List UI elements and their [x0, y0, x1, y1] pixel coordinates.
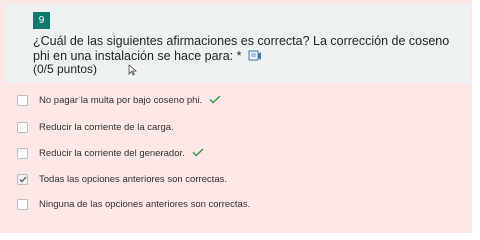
option-checkbox-checked[interactable]: [17, 173, 28, 185]
option-label: No pagar la multa por bajo coseno phi.: [39, 94, 203, 106]
required-mark: *: [233, 49, 242, 63]
question-number-badge: 9: [33, 12, 50, 29]
checkbox-check-icon: [19, 176, 26, 182]
question-card: 9 ¿Cuál de las siguientes afirmaciones e…: [0, 0, 472, 233]
question-title: ¿Cuál de las siguientes afirmaciones es …: [33, 34, 450, 63]
mouse-cursor-icon: [128, 63, 138, 81]
option-checkbox[interactable]: [17, 94, 28, 106]
immersive-reader-icon[interactable]: [248, 50, 262, 66]
option-checkbox[interactable]: [17, 198, 28, 210]
check-icon: [192, 144, 204, 162]
question-header: 9 ¿Cuál de las siguientes afirmaciones e…: [4, 4, 470, 83]
option-label: Reducir la corriente del generador.: [39, 147, 185, 159]
option-5[interactable]: Ninguna de las opciones anteriores son c…: [17, 196, 250, 212]
option-label: Ninguna de las opciones anteriores son c…: [39, 198, 251, 210]
option-checkbox[interactable]: [17, 147, 28, 159]
option-label: Todas las opciones anteriores son correc…: [39, 173, 227, 185]
question-points: (0/5 puntos): [33, 62, 98, 76]
option-2[interactable]: Reducir la corriente de la carga.: [17, 119, 174, 135]
option-1[interactable]: No pagar la multa por bajo coseno phi.: [17, 92, 221, 108]
option-4[interactable]: Todas las opciones anteriores son correc…: [17, 171, 227, 187]
check-icon: [209, 91, 221, 109]
option-label: Reducir la corriente de la carga.: [39, 121, 174, 133]
option-3[interactable]: Reducir la corriente del generador.: [17, 145, 204, 161]
option-checkbox[interactable]: [17, 121, 28, 133]
